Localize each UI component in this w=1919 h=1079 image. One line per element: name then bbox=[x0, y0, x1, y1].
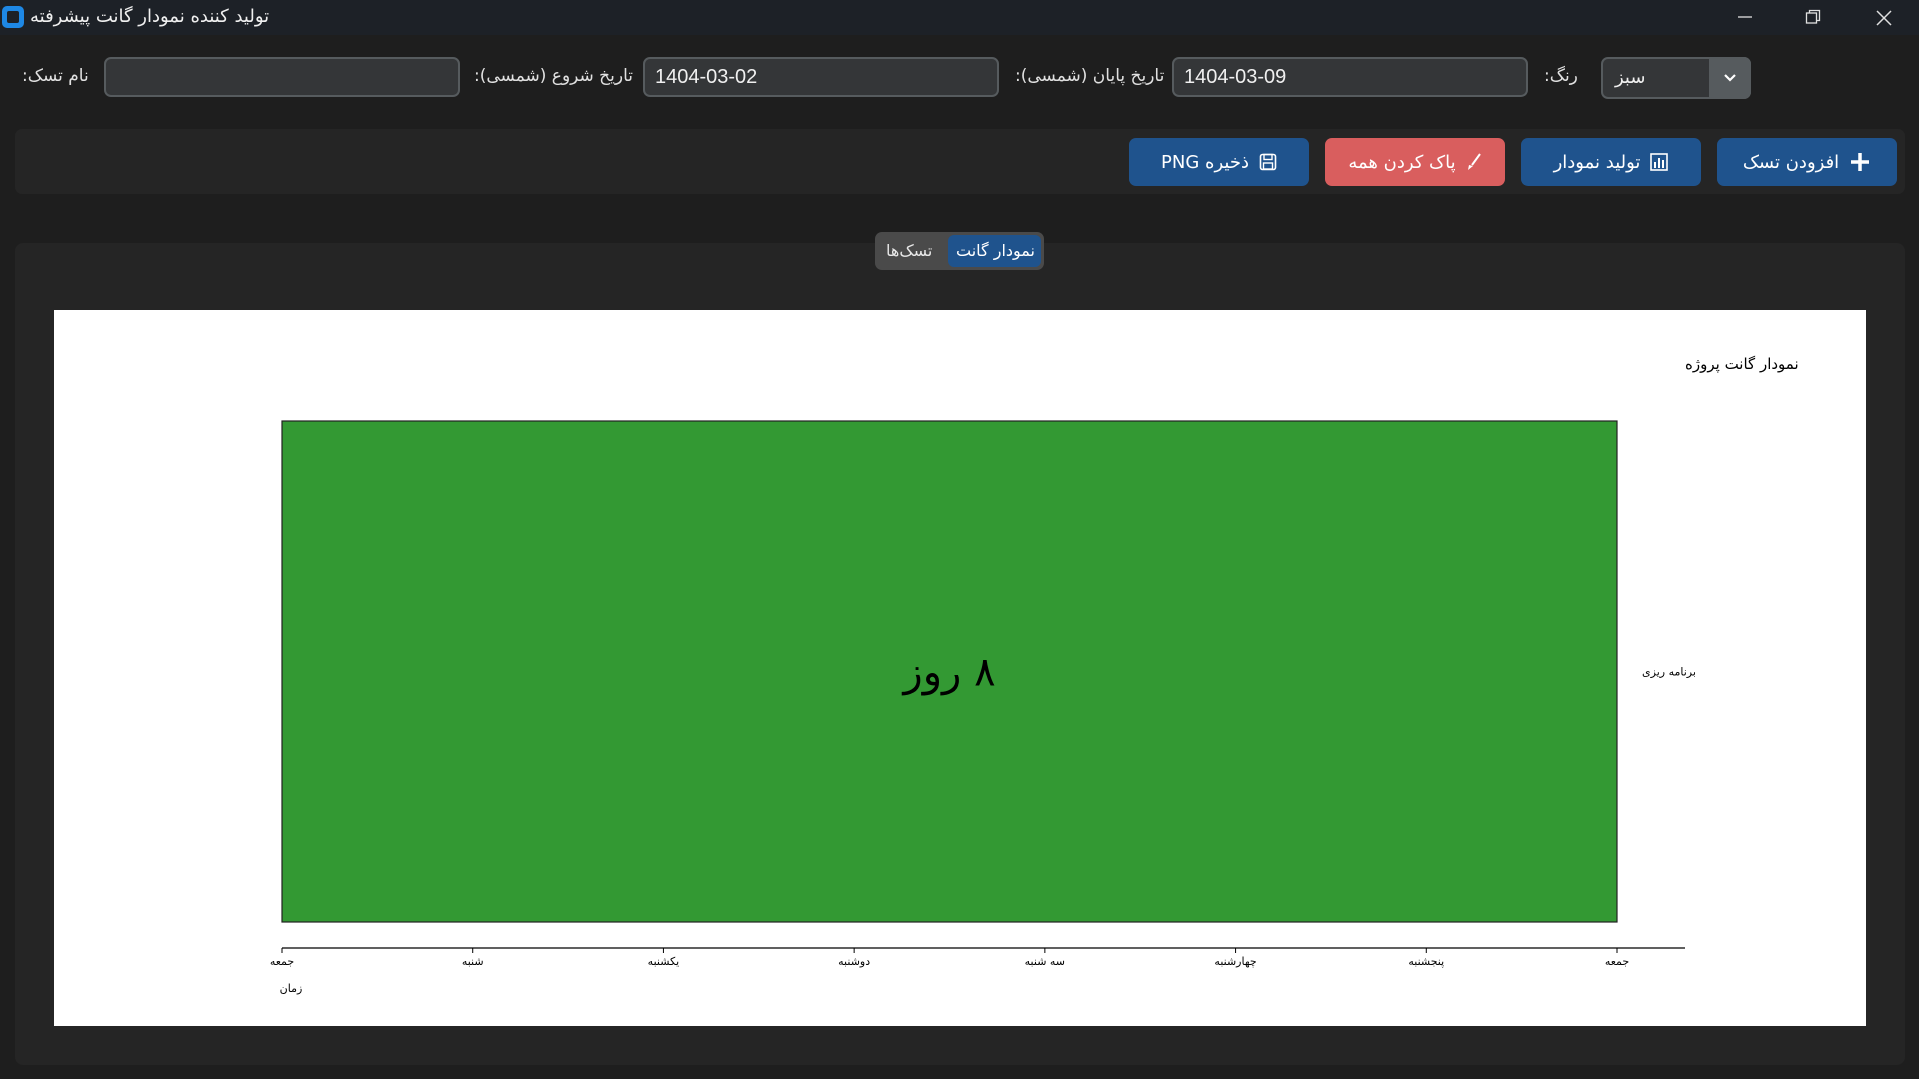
start-date-input[interactable]: 1404-03-02 bbox=[643, 57, 999, 97]
bar-chart-icon bbox=[1650, 153, 1669, 171]
generate-chart-button[interactable]: تولید نمودار bbox=[1521, 138, 1701, 186]
add-task-button[interactable]: افزودن تسک bbox=[1717, 138, 1897, 186]
end-date-input[interactable]: 1404-03-09 bbox=[1172, 57, 1528, 97]
color-label: رنگ: bbox=[1544, 66, 1578, 86]
minimize-button[interactable] bbox=[1715, 0, 1775, 35]
task-name-input[interactable] bbox=[104, 57, 460, 97]
save-icon bbox=[1259, 153, 1277, 171]
x-tick-label: پنجشنبه bbox=[1408, 955, 1444, 968]
tab-bar: تسک‌ها نمودار گانت bbox=[875, 232, 1044, 270]
start-date-label: تاریخ شروع (شمسی): bbox=[474, 66, 634, 86]
add-task-label: افزودن تسک bbox=[1742, 151, 1840, 173]
save-png-button[interactable]: ذخیره PNG bbox=[1129, 138, 1309, 186]
clear-all-label: پاک کردن همه bbox=[1348, 151, 1456, 173]
window-title: تولید کننده نمودار گانت پیشرفته bbox=[30, 6, 270, 27]
restore-icon bbox=[1805, 9, 1821, 24]
close-icon bbox=[1876, 10, 1892, 26]
task-name-tick: برنامه ریزی bbox=[1642, 666, 1696, 679]
x-tick-label: دوشنبه bbox=[838, 955, 870, 968]
plus-icon bbox=[1849, 151, 1871, 173]
task-duration-label: ۸ روز bbox=[901, 650, 995, 696]
app-icon bbox=[2, 6, 24, 28]
tab-gantt-chart[interactable]: نمودار گانت bbox=[948, 235, 1041, 267]
color-select-value: سبز bbox=[1615, 67, 1646, 88]
x-tick-label: جمعه bbox=[1605, 955, 1629, 968]
x-axis-ticks: جمعه شنبه یکشنبه دوشنبه سه شنبه چهارشنبه پنجشن… bbox=[270, 948, 1629, 968]
chart-canvas: نمودار گانت پروژه ۸ روز برنامه ریزی جمعه… bbox=[54, 310, 1866, 1026]
save-png-label: ذخیره PNG bbox=[1161, 151, 1249, 173]
title-bar: تولید کننده نمودار گانت پیشرفته bbox=[0, 0, 1919, 35]
x-tick-label: چهارشنبه bbox=[1214, 955, 1256, 968]
x-tick-label: جمعه bbox=[270, 955, 294, 968]
color-select-dropdown[interactable] bbox=[1709, 57, 1751, 99]
chevron-down-icon bbox=[1724, 74, 1736, 82]
minimize-icon bbox=[1738, 16, 1752, 18]
x-axis-label: زمان bbox=[280, 982, 303, 995]
tab-tasks[interactable]: تسک‌ها bbox=[878, 235, 940, 267]
generate-chart-label: تولید نمودار bbox=[1553, 151, 1641, 173]
x-tick-label: شنبه bbox=[462, 955, 484, 968]
color-select[interactable]: سبز bbox=[1601, 57, 1751, 99]
restore-button[interactable] bbox=[1783, 0, 1843, 35]
task-name-label: نام تسک: bbox=[22, 66, 89, 86]
chart-title: نمودار گانت پروژه bbox=[1685, 355, 1799, 374]
end-date-label: تاریخ پایان (شمسی): bbox=[1015, 66, 1165, 86]
gantt-chart: نمودار گانت پروژه ۸ روز برنامه ریزی جمعه… bbox=[270, 355, 1799, 995]
x-tick-label: سه شنبه bbox=[1025, 955, 1065, 968]
x-tick-label: یکشنبه bbox=[648, 955, 680, 968]
close-button[interactable] bbox=[1853, 0, 1913, 35]
brush-icon bbox=[1466, 153, 1482, 171]
clear-all-button[interactable]: پاک کردن همه bbox=[1325, 138, 1505, 186]
